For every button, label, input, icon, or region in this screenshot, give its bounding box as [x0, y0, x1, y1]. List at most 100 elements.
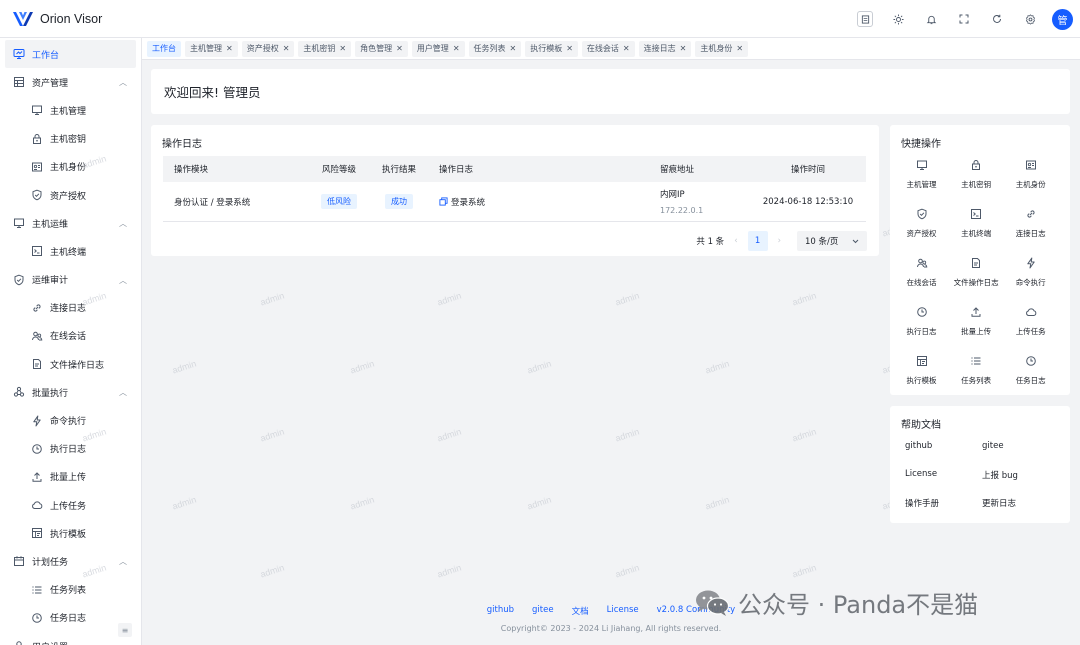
- bell-icon[interactable]: [923, 11, 939, 27]
- fullscreen-icon[interactable]: [956, 11, 972, 27]
- sidebar-group-8[interactable]: 运维审计 ︿: [0, 266, 141, 294]
- help-link[interactable]: 上报 bug: [982, 469, 1059, 497]
- quick-action-4[interactable]: 主机终端: [950, 206, 1003, 255]
- quick-action-1[interactable]: 主机密钥: [950, 157, 1003, 206]
- quick-action-6[interactable]: 在线会话: [895, 255, 948, 304]
- close-icon[interactable]: ✕: [226, 44, 233, 53]
- sidebar-item-3[interactable]: 主机密钥: [0, 125, 141, 153]
- column-header: 执行结果: [381, 165, 416, 175]
- table-header: 操作模块 风险等级 执行结果 操作日志 留痕地址 操作时间: [163, 156, 866, 182]
- sidebar-item-10[interactable]: 在线会话: [0, 322, 141, 350]
- sidebar-item-14[interactable]: 执行日志: [0, 435, 141, 463]
- quick-action-9[interactable]: 执行日志: [895, 304, 948, 353]
- page-1-button[interactable]: 1: [747, 231, 768, 251]
- avatar[interactable]: 管: [1052, 8, 1073, 30]
- doc-icon[interactable]: [857, 11, 873, 27]
- help-link[interactable]: github: [905, 441, 982, 469]
- close-icon[interactable]: ✕: [396, 44, 403, 53]
- log-detail-link[interactable]: 登录系统: [439, 196, 485, 208]
- watermark-text: admin: [259, 290, 286, 308]
- tab-2[interactable]: 资产授权 ✕: [241, 40, 295, 57]
- quick-action-label: 批量上传: [961, 327, 992, 336]
- refresh-icon[interactable]: [989, 11, 1005, 27]
- help-link[interactable]: License: [905, 469, 982, 497]
- sun-icon[interactable]: [890, 11, 906, 27]
- tab-10[interactable]: 主机身份 ✕: [695, 40, 749, 57]
- quick-action-5[interactable]: 连接日志: [1004, 206, 1057, 255]
- quick-action-10[interactable]: 批量上传: [950, 304, 1003, 353]
- quick-action-0[interactable]: 主机管理: [895, 157, 948, 206]
- quick-action-13[interactable]: 任务列表: [950, 353, 1003, 402]
- sidebar-item-17[interactable]: 执行模板: [0, 519, 141, 547]
- tab-3[interactable]: 主机密钥 ✕: [298, 40, 352, 57]
- sidebar-group-6[interactable]: 主机运维 ︿: [0, 209, 141, 237]
- sidebar-item-13[interactable]: 命令执行: [0, 406, 141, 434]
- sidebar-group-0[interactable]: 工作台: [5, 40, 136, 69]
- sidebar-group-12[interactable]: 批量执行 ︿: [0, 378, 141, 406]
- tab-9[interactable]: 连接日志 ✕: [638, 40, 692, 57]
- quick-action-14[interactable]: 任务日志: [1004, 353, 1057, 402]
- sidebar-item-16[interactable]: 上传任务: [0, 491, 141, 519]
- sidebar-item-2[interactable]: 主机管理: [0, 96, 141, 124]
- close-icon[interactable]: ✕: [623, 44, 630, 53]
- close-icon[interactable]: ✕: [680, 44, 687, 53]
- footer-link[interactable]: License: [607, 605, 639, 617]
- log-time: 2024-06-18 12:53:10: [762, 196, 854, 207]
- help-link[interactable]: gitee: [982, 441, 1059, 469]
- welcome-text: 欢迎回来! 管理员: [164, 85, 261, 100]
- list-icon: [32, 586, 42, 594]
- sidebar-item-5[interactable]: 资产授权: [0, 181, 141, 209]
- tab-6[interactable]: 任务列表 ✕: [468, 40, 522, 57]
- quick-action-3[interactable]: 资产授权: [895, 206, 948, 255]
- page-size-value: 10 条/页: [805, 237, 839, 247]
- help-link[interactable]: 更新日志: [982, 497, 1059, 525]
- sidebar-item-15[interactable]: 批量上传: [0, 463, 141, 491]
- close-icon[interactable]: ✕: [736, 44, 743, 53]
- sidebar-item-4[interactable]: 主机身份: [0, 153, 141, 181]
- sidebar-item-7[interactable]: 主机终端: [0, 237, 141, 265]
- quick-action-7[interactable]: 文件操作日志: [950, 255, 1003, 304]
- tab-5[interactable]: 用户管理 ✕: [411, 40, 465, 57]
- cloud-icon: [1025, 308, 1037, 316]
- quick-action-2[interactable]: 主机身份: [1004, 157, 1057, 206]
- close-icon[interactable]: ✕: [283, 44, 290, 53]
- sidebar-group-18[interactable]: 计划任务 ︿: [0, 547, 141, 575]
- tab-label: 资产授权: [246, 44, 279, 53]
- tab-4[interactable]: 角色管理 ✕: [355, 40, 408, 57]
- next-page-button[interactable]: ›: [778, 236, 781, 246]
- copy-icon[interactable]: [439, 197, 448, 206]
- tab-8[interactable]: 在线会话 ✕: [581, 40, 635, 57]
- column-header: 操作日志: [439, 165, 474, 175]
- settings-icon[interactable]: [1022, 11, 1038, 27]
- collapse-sidebar-icon[interactable]: ≡: [118, 623, 132, 637]
- sidebar-item-9[interactable]: 连接日志: [0, 294, 141, 322]
- sidebar-item-11[interactable]: 文件操作日志: [0, 350, 141, 378]
- page-size-select[interactable]: 10 条/页: [797, 231, 867, 251]
- column-header: 风险等级: [321, 165, 356, 175]
- close-icon[interactable]: ✕: [510, 44, 517, 53]
- app-logo[interactable]: Orion Visor: [12, 10, 102, 28]
- sidebar-group-1[interactable]: 资产管理 ︿: [0, 68, 141, 96]
- quick-action-11[interactable]: 上传任务: [1004, 304, 1057, 353]
- close-icon[interactable]: ✕: [453, 44, 460, 53]
- sidebar-item-19[interactable]: 任务列表: [0, 576, 141, 604]
- close-icon[interactable]: ✕: [566, 44, 573, 53]
- prev-page-button[interactable]: ‹: [734, 236, 737, 246]
- upload-icon: [971, 307, 981, 317]
- close-icon[interactable]: ✕: [339, 44, 346, 53]
- tab-7[interactable]: 执行模板 ✕: [525, 40, 578, 57]
- shield-icon: [917, 208, 926, 220]
- quick-action-8[interactable]: 命令执行: [1004, 255, 1057, 304]
- footer-link[interactable]: gitee: [532, 605, 554, 617]
- footer-link[interactable]: github: [487, 605, 514, 617]
- tab-label: 在线会话: [586, 44, 619, 53]
- sidebar-item-label: 工作台: [32, 50, 60, 61]
- help-link[interactable]: 操作手册: [905, 497, 982, 525]
- quick-action-12[interactable]: 执行模板: [895, 353, 948, 402]
- watermark-text: admin: [704, 358, 731, 376]
- footer-link[interactable]: 文档: [572, 605, 589, 617]
- sidebar-item-label: 计划任务: [32, 557, 69, 568]
- tab-1[interactable]: 主机管理 ✕: [185, 40, 238, 57]
- tab-0[interactable]: 工作台: [147, 40, 181, 57]
- chevron-up-icon: ︿: [119, 388, 127, 398]
